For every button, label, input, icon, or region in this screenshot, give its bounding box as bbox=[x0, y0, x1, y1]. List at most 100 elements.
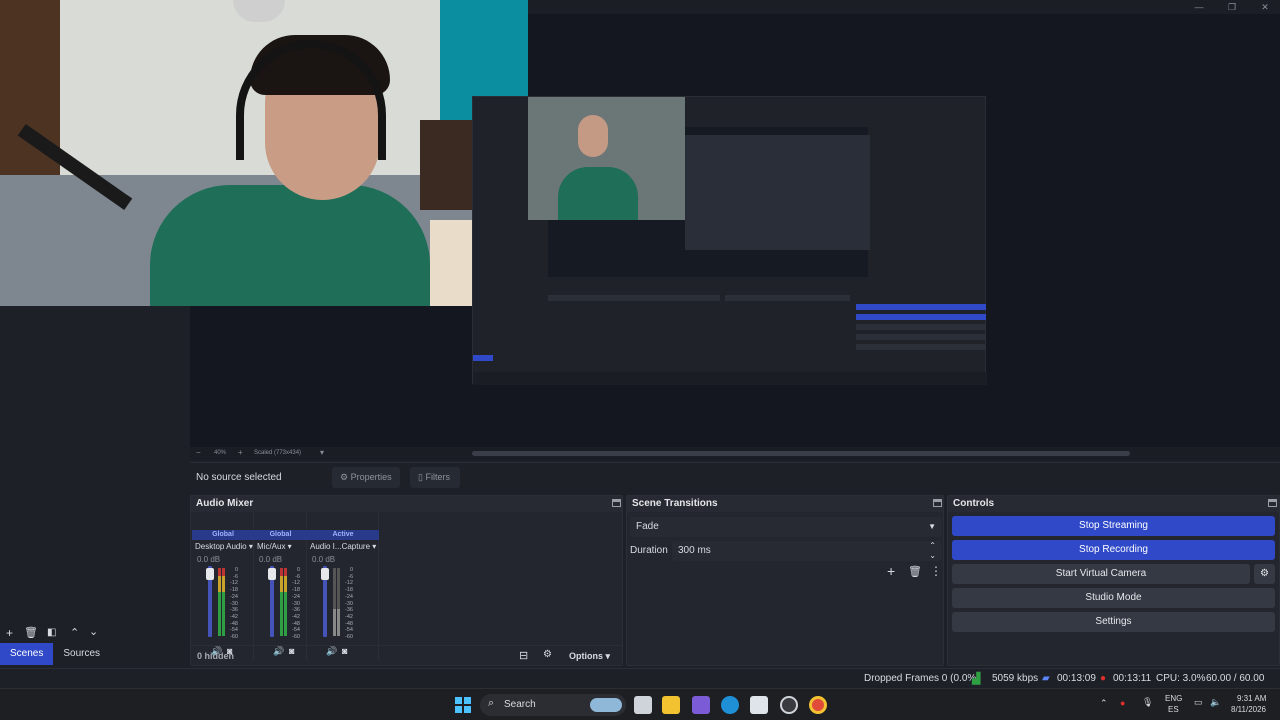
minimize-button[interactable]: — bbox=[1192, 1, 1206, 13]
volume-slider-handle[interactable] bbox=[268, 568, 276, 580]
volume-icon[interactable]: 🔈 bbox=[1210, 697, 1221, 708]
undock-icon[interactable] bbox=[933, 499, 942, 507]
tray-overflow-icon[interactable]: ⌃ bbox=[1100, 698, 1108, 709]
move-up-icon[interactable]: ⌃ bbox=[70, 626, 79, 639]
duration-field[interactable]: 300 ms ⌃ ⌄ bbox=[672, 541, 942, 561]
search-label: Search bbox=[504, 699, 536, 710]
channel-name[interactable]: Audio I...Capture ▾ bbox=[310, 541, 376, 553]
dropped-frames: Dropped Frames 0 (0.0%) bbox=[864, 673, 980, 684]
nested-scenes-tab bbox=[473, 355, 493, 361]
stop-recording-button[interactable]: Stop Recording bbox=[952, 540, 1275, 560]
mixer-footer: 0 hidden ⊟ ⚙ Options ▾ bbox=[191, 645, 622, 666]
layout-icon[interactable]: ⊟ bbox=[519, 649, 528, 662]
clock-date[interactable]: 8/11/2026 bbox=[1231, 705, 1266, 714]
language-bottom[interactable]: ES bbox=[1168, 705, 1179, 714]
nested-settings bbox=[856, 344, 986, 350]
duration-value: 300 ms bbox=[678, 545, 711, 556]
nested-taskbar bbox=[473, 372, 987, 385]
recording-tray-icon[interactable]: ● bbox=[1120, 698, 1125, 708]
close-button[interactable]: ✕ bbox=[1258, 1, 1272, 13]
webcam-source[interactable] bbox=[0, 0, 528, 306]
level-meter bbox=[280, 568, 283, 636]
virtual-camera-settings-icon[interactable]: ⚙ bbox=[1254, 564, 1275, 584]
scene-transitions-dock: Scene Transitions Fade ▼ Duration 300 ms… bbox=[626, 495, 944, 666]
tab-sources[interactable]: Sources bbox=[53, 643, 110, 665]
stop-streaming-button[interactable]: Stop Streaming bbox=[952, 516, 1275, 536]
undock-icon[interactable] bbox=[1268, 499, 1277, 507]
scene-transitions-title: Scene Transitions bbox=[627, 496, 943, 512]
scenes-panel: + 🗑 ◧ ⌃ ⌄ Scenes Sources bbox=[0, 306, 188, 666]
file-explorer-icon[interactable] bbox=[662, 696, 680, 714]
level-meter bbox=[337, 568, 340, 636]
clock-time[interactable]: 9:31 AM bbox=[1237, 694, 1266, 703]
filters-label: Filters bbox=[425, 472, 450, 482]
options-button[interactable]: Options ▾ bbox=[569, 651, 610, 662]
cpu-usage: CPU: 3.0% bbox=[1156, 673, 1206, 684]
add-transition-icon[interactable]: + bbox=[887, 563, 895, 579]
store-icon[interactable] bbox=[750, 696, 768, 714]
studio-mode-button[interactable]: Studio Mode bbox=[952, 588, 1275, 608]
channel-db: 0.0 dB bbox=[197, 555, 221, 564]
nested-stop-recording bbox=[856, 314, 986, 320]
mixer-channel: Active Audio I...Capture ▾ 0.0 dB 0 -6 -12… bbox=[307, 512, 379, 660]
trash-icon[interactable]: 🗑 bbox=[24, 626, 38, 639]
filter-icon[interactable]: ◧ bbox=[47, 627, 56, 638]
trash-icon[interactable]: 🗑 bbox=[908, 565, 922, 578]
hidden-count: 0 hidden bbox=[197, 651, 235, 661]
zoom-in-button[interactable]: + bbox=[238, 448, 243, 457]
channel-mode[interactable]: Active bbox=[307, 530, 379, 540]
nested-virtual-camera bbox=[856, 324, 986, 330]
level-meter bbox=[333, 568, 336, 636]
move-down-icon[interactable]: ⌄ bbox=[89, 625, 98, 638]
widgets-icon[interactable] bbox=[692, 696, 710, 714]
tab-scenes[interactable]: Scenes bbox=[0, 643, 54, 665]
scale-dropdown-icon[interactable]: ▾ bbox=[320, 448, 324, 457]
preview-scrollbar[interactable] bbox=[472, 451, 1130, 456]
meter-scale: 0 -6 -12 -18 -24 -30 -36 -42 -48 -54 -60 bbox=[230, 567, 238, 641]
taskbar-search[interactable]: ⌕ Search bbox=[480, 694, 626, 716]
display-capture-source[interactable] bbox=[472, 96, 987, 385]
more-icon[interactable]: ⋮ bbox=[930, 564, 942, 578]
nested-stop-streaming bbox=[856, 304, 986, 310]
chevron-down-icon: ▼ bbox=[928, 522, 936, 531]
status-bar: Dropped Frames 0 (0.0%) ▟ 5059 kbps ▰ 00… bbox=[0, 668, 1280, 704]
volume-slider-handle[interactable] bbox=[206, 568, 214, 580]
volume-slider-handle[interactable] bbox=[321, 568, 329, 580]
microphone-icon[interactable]: 🎙 bbox=[1142, 697, 1153, 708]
chrome-icon[interactable] bbox=[809, 696, 827, 714]
maximize-button[interactable]: ❐ bbox=[1225, 1, 1239, 13]
source-status: No source selected bbox=[196, 472, 282, 483]
channel-mode[interactable]: Global bbox=[192, 530, 254, 540]
language-top[interactable]: ENG bbox=[1165, 694, 1182, 703]
edge-icon[interactable] bbox=[721, 696, 739, 714]
obs-app-icon[interactable] bbox=[780, 696, 798, 714]
channel-mode[interactable]: Global bbox=[254, 530, 307, 540]
properties-label: Properties bbox=[350, 472, 392, 482]
add-icon[interactable]: + bbox=[6, 626, 13, 640]
level-meter bbox=[222, 568, 225, 636]
undock-icon[interactable] bbox=[612, 499, 621, 507]
level-meter bbox=[218, 568, 221, 636]
channel-name[interactable]: Mic/Aux ▾ bbox=[257, 541, 292, 553]
source-toolbar: No source selected ⚙ Properties ▯ Filter… bbox=[190, 462, 1280, 492]
properties-button[interactable]: ⚙ Properties bbox=[332, 467, 400, 488]
task-view-icon[interactable] bbox=[634, 696, 652, 714]
nested-person-body bbox=[558, 167, 638, 220]
taskbar: ⌕ Search ⌃ ● 🎙 ENG ES ▭ 🔈 9:31 AM 8/11/2… bbox=[0, 688, 1280, 720]
level-meter bbox=[284, 568, 287, 636]
advanced-audio-icon[interactable]: ⚙ bbox=[543, 649, 552, 660]
zoom-out-button[interactable]: − bbox=[196, 448, 201, 457]
start-virtual-camera-button[interactable]: Start Virtual Camera bbox=[952, 564, 1250, 584]
filters-button[interactable]: ▯ Filters bbox=[410, 467, 460, 488]
network-icon[interactable]: ▭ bbox=[1194, 697, 1203, 708]
scale-mode: Scaled (773x434) bbox=[254, 450, 302, 456]
channel-db: 0.0 dB bbox=[259, 555, 283, 564]
channel-name[interactable]: Desktop Audio ▾ bbox=[195, 541, 253, 553]
nested-webcam bbox=[528, 97, 685, 220]
windows-start-icon[interactable] bbox=[455, 697, 471, 713]
stepper-down-icon[interactable]: ⌄ bbox=[929, 546, 936, 566]
settings-button[interactable]: Settings bbox=[952, 612, 1275, 632]
transition-select[interactable]: Fade ▼ bbox=[630, 517, 942, 537]
mixer-channel: Global Mic/Aux ▾ 0.0 dB 0 -6 -12 -18 -24 -30-… bbox=[254, 512, 307, 660]
mixer-channels: Global Desktop Audio ▾ 0.0 dB 0 -6 -12 -18-… bbox=[192, 512, 623, 660]
